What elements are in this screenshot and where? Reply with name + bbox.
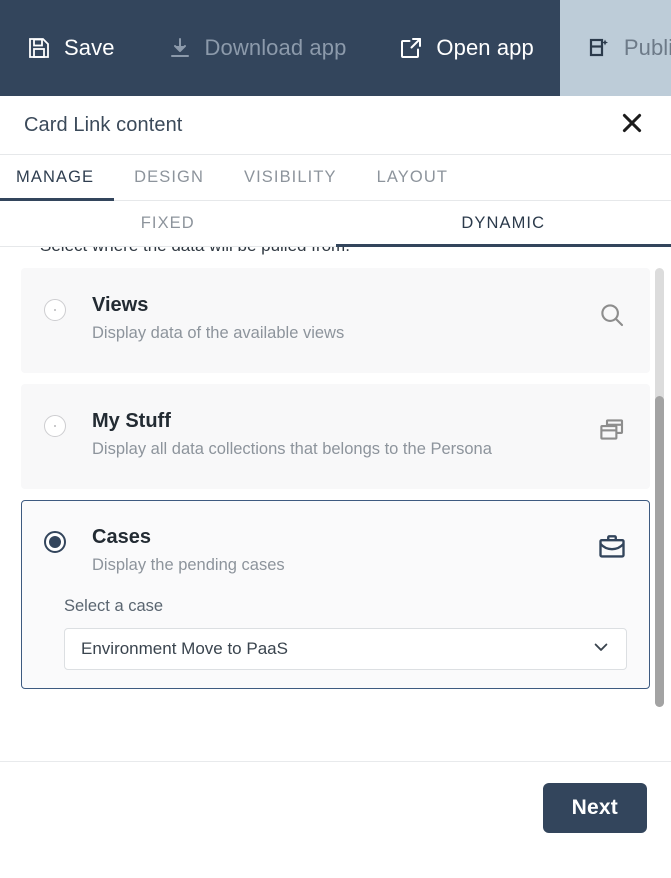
radio-cases[interactable] xyxy=(44,531,66,553)
select-a-case-label: Select a case xyxy=(64,597,164,615)
publish-label: Publish xyxy=(623,35,671,60)
case-field-block: Select a case Environment Move to PaaS xyxy=(44,577,629,670)
open-app-button[interactable]: Open app xyxy=(372,0,559,96)
page-title: Card Link content xyxy=(24,113,183,136)
radio-my-stuff[interactable] xyxy=(44,415,66,437)
subtab-fixed-label: FIXED xyxy=(140,214,195,232)
options-scroll-area[interactable]: Select where the data will be pulled fro… xyxy=(0,247,671,718)
tab-manage-label: MANAGE xyxy=(16,168,95,186)
scrollbar-thumb[interactable] xyxy=(655,396,664,707)
subtab-fixed[interactable]: FIXED xyxy=(0,201,336,246)
save-button[interactable]: Save xyxy=(0,0,141,96)
option-cases-subtitle: Display the pending cases xyxy=(92,556,285,574)
tab-manage[interactable]: MANAGE xyxy=(0,155,115,201)
download-icon xyxy=(167,35,193,61)
case-select-value: Environment Move to PaaS xyxy=(81,639,288,658)
option-views-subtitle: Display data of the available views xyxy=(92,324,345,342)
scrollbar-track[interactable] xyxy=(655,268,664,707)
content-spacer xyxy=(0,718,671,761)
option-cases-title: Cases xyxy=(92,526,151,548)
search-icon xyxy=(595,298,629,332)
radio-views[interactable] xyxy=(44,299,66,321)
tab-design-label: DESIGN xyxy=(134,168,204,186)
save-icon xyxy=(26,35,52,61)
tab-visibility[interactable]: VISIBILITY xyxy=(224,155,357,200)
save-label: Save xyxy=(64,35,115,60)
panel-header: Card Link content xyxy=(0,96,671,155)
data-source-hint: Select where the data will be pulled fro… xyxy=(21,247,650,268)
publish-icon xyxy=(586,35,612,61)
tab-visibility-label: VISIBILITY xyxy=(244,168,337,186)
option-cases[interactable]: Cases Display the pending cases Select a… xyxy=(21,500,650,689)
subtab-bar: FIXED DYNAMIC xyxy=(0,201,671,247)
tab-layout-label: LAYOUT xyxy=(376,168,449,186)
option-my-stuff-subtitle: Display all data collections that belong… xyxy=(92,440,492,458)
subtab-dynamic-label: DYNAMIC xyxy=(461,214,546,232)
briefcase-icon xyxy=(595,530,629,564)
external-link-icon xyxy=(398,35,424,61)
publish-button[interactable]: Publish xyxy=(559,0,671,96)
download-app-button[interactable]: Download app xyxy=(141,0,373,96)
tab-design[interactable]: DESIGN xyxy=(114,155,224,200)
option-views-title: Views xyxy=(92,294,149,316)
case-select[interactable]: Environment Move to PaaS xyxy=(64,628,627,670)
download-app-label: Download app xyxy=(204,35,347,60)
tab-bar: MANAGE DESIGN VISIBILITY LAYOUT xyxy=(0,155,671,201)
close-button[interactable] xyxy=(615,108,649,142)
close-icon xyxy=(619,110,645,141)
panel-footer: Next xyxy=(0,761,671,854)
option-my-stuff-title: My Stuff xyxy=(92,410,171,432)
open-app-label: Open app xyxy=(436,35,534,60)
option-views[interactable]: Views Display data of the available view… xyxy=(21,268,650,373)
next-button[interactable]: Next xyxy=(542,783,647,833)
option-my-stuff[interactable]: My Stuff Display all data collections th… xyxy=(21,384,650,489)
top-toolbar: Save Download app Open app Publi xyxy=(0,0,671,96)
tab-layout[interactable]: LAYOUT xyxy=(357,155,468,200)
collections-icon xyxy=(595,414,629,448)
subtab-dynamic[interactable]: DYNAMIC xyxy=(335,201,671,247)
chevron-down-icon xyxy=(591,637,611,662)
